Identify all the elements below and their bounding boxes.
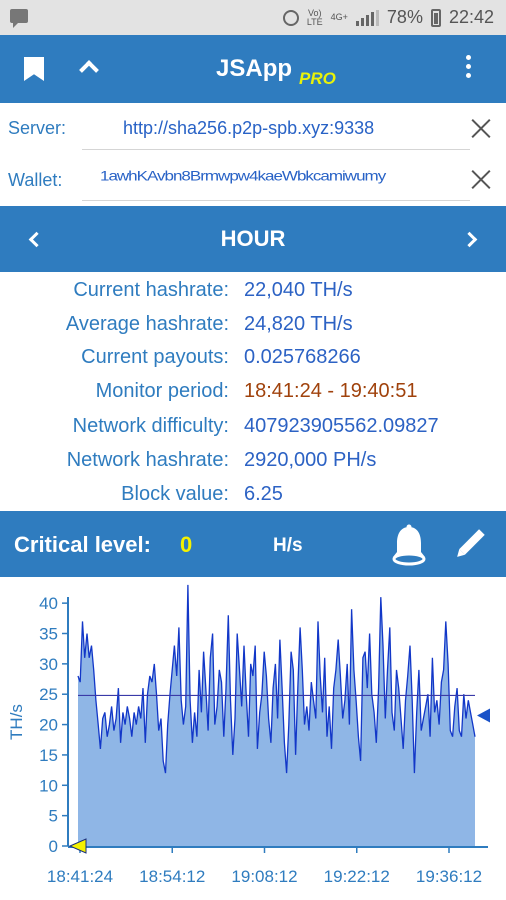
critical-level-unit: H/s: [273, 535, 303, 556]
app-bar: JSApp PRO: [0, 35, 506, 103]
signal-icon: [355, 9, 379, 26]
x-tick-label: 19:08:12: [231, 867, 297, 886]
battery-icon: [430, 8, 441, 27]
clock: 22:42: [448, 7, 494, 27]
y-tick-label: 20: [39, 716, 58, 735]
status-icons: Vo) LTE 4G+ 78% 22:42: [282, 7, 494, 28]
volte-icon: Vo) LTE: [306, 7, 323, 27]
stat-label-block-value: Block value:: [121, 483, 229, 505]
y-tick-label: 25: [39, 685, 58, 704]
server-label: Server:: [8, 118, 67, 138]
clear-server-icon[interactable]: [470, 117, 492, 139]
overflow-menu-icon[interactable]: [466, 55, 472, 83]
app-title: JSApp: [216, 55, 293, 82]
y-tick-label: 35: [39, 625, 58, 644]
pro-badge: PRO: [299, 69, 336, 88]
edit-icon[interactable]: [459, 529, 485, 555]
stat-value-network-difficulty: 407923905562.09827: [244, 415, 439, 437]
hashrate-chart: 0 5 10 15 20 25 30 35 40 TH/s 18:41:24 18:54:12 19:0…: [0, 577, 506, 900]
message-icon: [10, 9, 28, 28]
alarm-icon: [282, 9, 299, 26]
chevron-up-icon[interactable]: [79, 60, 99, 80]
clear-wallet-icon[interactable]: [470, 168, 492, 190]
stat-label-network-hashrate: Network hashrate:: [66, 449, 229, 471]
wallet-field[interactable]: 1awhKAvbn8Brmwpw4kaeWbkcamiwumy: [100, 168, 460, 187]
x-tick-label: 19:36:12: [416, 867, 482, 886]
stat-value-current-payouts: 0.025768266: [244, 346, 361, 368]
stat-label-average-hashrate: Average hashrate:: [65, 313, 229, 335]
stat-value-block-value: 6.25: [244, 483, 283, 505]
x-tick-label: 18:54:12: [139, 867, 205, 886]
y-axis-label: TH/s: [7, 704, 26, 740]
y-tick-label: 0: [49, 837, 58, 856]
critical-level-label: Critical level:: [14, 532, 151, 557]
y-tick-label: 30: [39, 655, 58, 674]
bell-icon[interactable]: [389, 524, 429, 566]
server-underline: [82, 149, 470, 150]
critical-level-value[interactable]: 0: [180, 532, 192, 558]
stat-value-current-hashrate: 22,040 TH/s: [244, 279, 353, 301]
wallet-label: Wallet:: [8, 170, 63, 190]
critical-level-bar: Critical level: 0 H/s: [0, 511, 506, 577]
stat-value-network-hashrate: 2920,000 PH/s: [244, 449, 377, 471]
stat-value-monitor-period: 18:41:24 - 19:40:51: [244, 380, 418, 402]
period-bar: HOUR: [0, 206, 506, 272]
wallet-underline: [82, 200, 470, 201]
y-tick-label: 10: [39, 776, 58, 795]
period-title: HOUR: [220, 226, 286, 251]
server-field[interactable]: http://sha256.p2p-spb.xyz:9338: [123, 118, 374, 139]
stat-value-average-hashrate: 24,820 TH/s: [244, 313, 353, 335]
x-tick-label: 19:22:12: [324, 867, 390, 886]
current-value-marker: [477, 708, 490, 723]
bookmark-icon[interactable]: [24, 57, 44, 81]
y-tick-label: 5: [49, 807, 58, 826]
chart-svg: 0 5 10 15 20 25 30 35 40 TH/s 18:41:24 18:54:12 19:0…: [7, 584, 490, 886]
stat-label-current-hashrate: Current hashrate:: [73, 279, 229, 301]
network-type: 4G+: [330, 12, 348, 22]
battery-percent: 78%: [386, 7, 423, 27]
stat-label-monitor-period: Monitor period:: [95, 380, 229, 402]
x-tick-label: 18:41:24: [47, 867, 113, 886]
status-bar: Vo) LTE 4G+ 78% 22:42: [0, 0, 506, 35]
y-tick-label: 15: [39, 746, 58, 765]
stat-label-network-difficulty: Network difficulty:: [72, 415, 229, 437]
y-tick-label: 40: [39, 594, 58, 613]
stat-label-current-payouts: Current payouts:: [81, 346, 229, 368]
